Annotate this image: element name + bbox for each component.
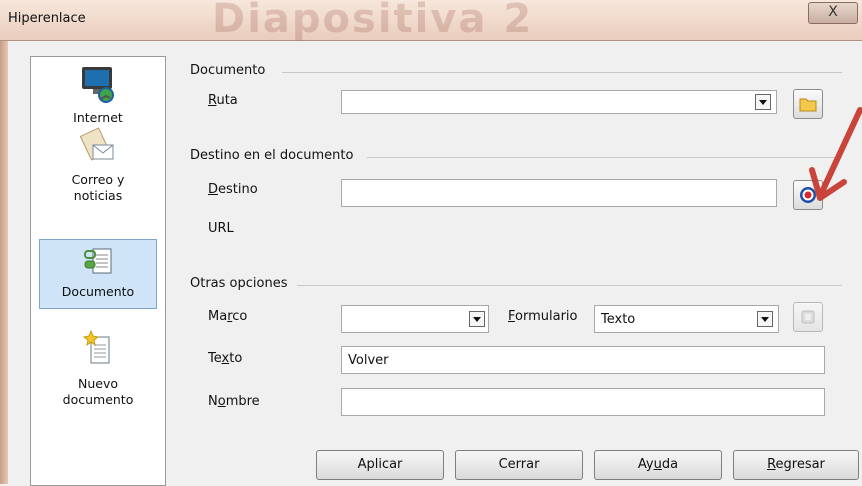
- path-label: Ruta: [208, 93, 238, 108]
- section-title-options: Otras opciones: [190, 276, 288, 291]
- frame-combobox[interactable]: [341, 305, 489, 333]
- url-label: URL: [208, 221, 234, 236]
- dialog-title: Hiperenlace: [8, 11, 86, 26]
- name-label: Nombre: [208, 394, 260, 409]
- path-dropdown-icon[interactable]: [755, 94, 771, 110]
- section-title-target: Destino en el documento: [190, 148, 354, 163]
- form-dropdown-icon[interactable]: [757, 311, 773, 327]
- title-bar: Diapositiva 2 Hiperenlace X: [0, 0, 862, 42]
- sidebar-item-mail[interactable]: Correo y noticias: [31, 125, 165, 204]
- background-slide-title: Diapositiva 2: [212, 0, 534, 42]
- document-link-icon: [84, 248, 112, 274]
- sidebar-item-label: Documento: [61, 284, 135, 299]
- new-document-icon: [82, 329, 110, 364]
- sidebar-item-label: Correo y noticias: [71, 172, 125, 203]
- divider: [367, 157, 842, 158]
- form-select[interactable]: Texto: [594, 305, 779, 333]
- sidebar-item-label: Nuevo documento: [62, 376, 134, 407]
- annotation-arrow: [809, 107, 862, 201]
- close-dialog-button[interactable]: Cerrar: [455, 450, 583, 480]
- events-icon: [801, 310, 815, 324]
- frame-dropdown-icon[interactable]: [469, 311, 485, 327]
- sidebar-item-internet[interactable]: Internet: [31, 63, 165, 126]
- destination-label: Destino: [208, 182, 258, 197]
- divider: [297, 285, 842, 286]
- destination-input[interactable]: [341, 179, 777, 207]
- hyperlink-type-sidebar: Internet Correo y noticias Documento Nue…: [30, 56, 166, 486]
- close-button[interactable]: X: [808, 2, 858, 24]
- internet-globe-icon: [82, 67, 114, 103]
- name-input[interactable]: [341, 388, 825, 416]
- section-title-document: Documento: [190, 63, 266, 78]
- frame-label: Marco: [208, 309, 248, 324]
- divider: [282, 72, 842, 73]
- window-frame: [0, 41, 8, 484]
- text-label: Texto: [208, 351, 243, 366]
- back-button[interactable]: Regresar: [733, 450, 859, 480]
- form-label: Formulario: [508, 309, 578, 324]
- path-combobox[interactable]: [341, 90, 777, 114]
- apply-button[interactable]: Aplicar: [316, 450, 444, 480]
- text-input[interactable]: Volver: [341, 346, 825, 374]
- help-button[interactable]: Ayuda: [594, 450, 722, 480]
- sidebar-item-document[interactable]: Documento: [39, 239, 157, 309]
- mail-letter-icon: [79, 127, 114, 161]
- sidebar-item-new-document[interactable]: Nuevo documento: [31, 329, 165, 408]
- sidebar-item-label: Internet: [73, 110, 123, 125]
- events-button[interactable]: [793, 302, 823, 332]
